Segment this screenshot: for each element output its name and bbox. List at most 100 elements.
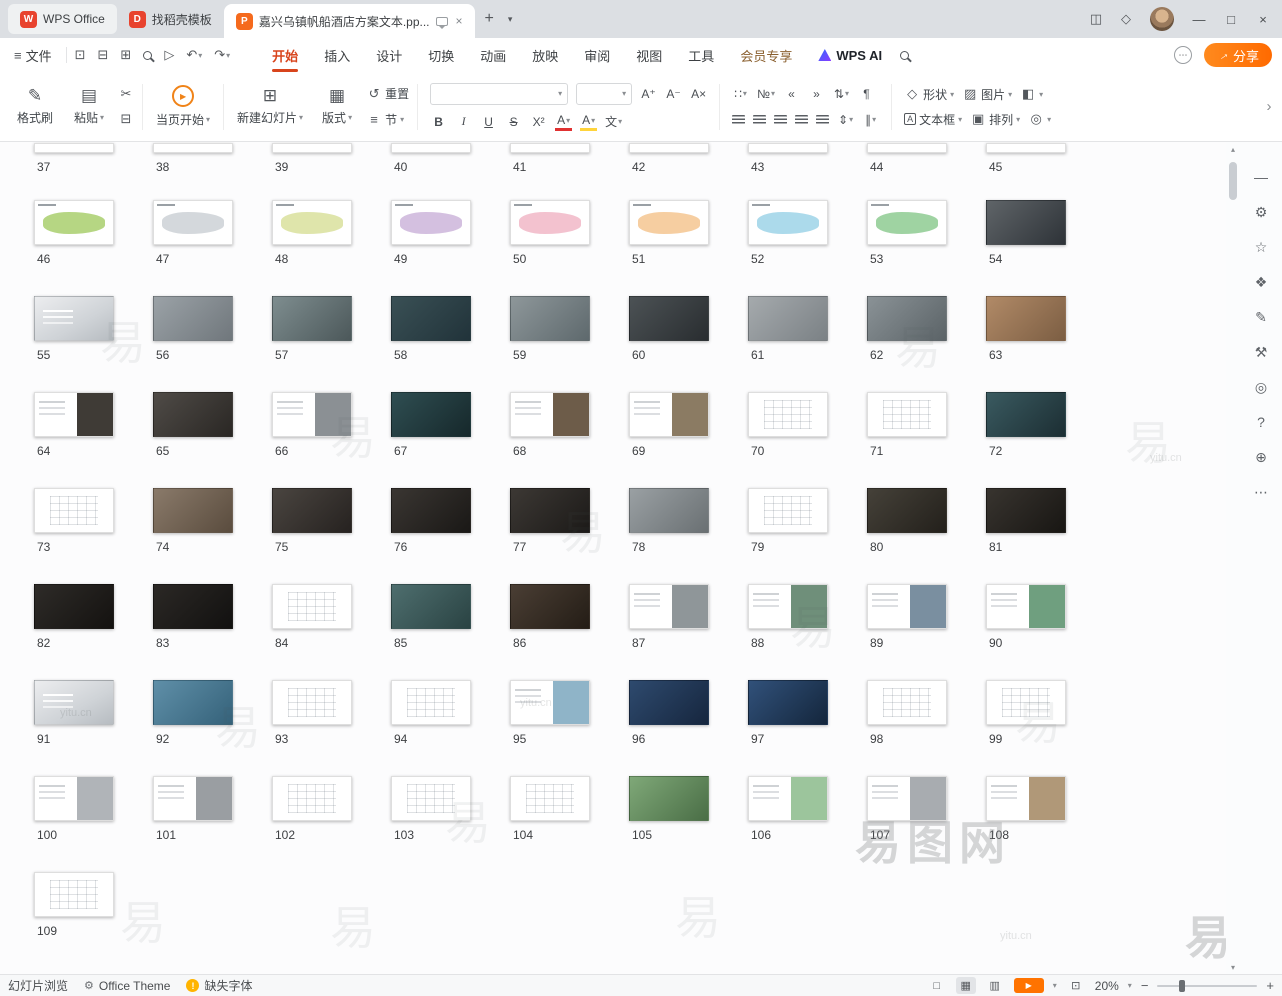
highlight-color-button[interactable]: A▾ [580,113,597,131]
new-tab-button[interactable]: + [475,10,504,28]
slide-thumbnail[interactable] [391,680,471,725]
menu-item-动画[interactable]: 动画 [478,38,508,73]
new-slide-button[interactable]: ⊞ 新建幻灯片▾ [232,79,308,135]
wps-ai-button[interactable]: WPS AI [818,48,882,63]
align-distribute-button[interactable] [816,115,829,124]
text-direction-button[interactable]: ⇅▾ [833,85,850,103]
scroll-up-arrow-icon[interactable]: ▴ [1231,142,1235,156]
slide-thumbnail[interactable] [986,392,1066,437]
comment-bubble-icon[interactable] [436,17,448,26]
slide-thumbnail[interactable] [986,200,1066,245]
slide-thumbnail[interactable] [986,680,1066,725]
slide-thumbnail[interactable] [629,200,709,245]
vertical-scrollbar[interactable]: ▴ ▾ [1226,142,1240,974]
invite-icon[interactable]: ⊕ [1255,450,1267,464]
tab-list-chevron-icon[interactable]: ▾ [504,14,517,25]
zoom-out-button[interactable]: − [1141,978,1149,993]
slide-thumbnail[interactable] [510,296,590,341]
slide-thumbnail[interactable] [153,680,233,725]
slide-thumbnail[interactable] [272,143,352,153]
slide-thumbnail[interactable] [391,488,471,533]
shapes-button[interactable]: ◇形状▾ [904,86,954,103]
undo-icon[interactable]: ↶▾ [186,47,202,63]
slide-thumbnail[interactable] [391,776,471,821]
numbering-button[interactable]: №▾ [757,85,775,103]
play-preview-icon[interactable]: ▷ [164,47,174,63]
textbox-button[interactable]: A文本框▾ [904,111,962,128]
menu-item-放映[interactable]: 放映 [530,38,560,73]
underline-button[interactable]: U [480,113,497,131]
ribbon-expand-chevron[interactable]: › [1260,87,1278,127]
italic-button[interactable]: I [455,113,472,131]
scroll-down-arrow-icon[interactable]: ▾ [1231,960,1235,974]
zoom-slider[interactable] [1157,985,1257,987]
slide-thumbnail[interactable] [391,296,471,341]
text-effects-button[interactable]: 文▾ [605,113,622,131]
scrollbar-thumb[interactable] [1229,162,1237,200]
slide-thumbnail[interactable] [34,200,114,245]
zoom-level[interactable]: 20% [1095,979,1119,993]
slide-thumbnail[interactable] [986,488,1066,533]
slide-thumbnail[interactable] [867,143,947,153]
reading-view-button[interactable]: ▥ [985,977,1005,994]
bullets-button[interactable]: ∷▾ [732,85,749,103]
output-icon[interactable]: ⊟ [98,47,109,63]
slide-thumbnail[interactable] [34,680,114,725]
slide-thumbnail[interactable] [867,776,947,821]
close-button[interactable]: × [1248,0,1278,38]
slide-thumbnail[interactable] [986,143,1066,153]
slide-thumbnail[interactable] [867,296,947,341]
slide-thumbnail[interactable] [153,776,233,821]
slide-thumbnail[interactable] [272,680,352,725]
tab-docer[interactable]: D找稻壳模板 [117,4,224,34]
line-spacing-button[interactable]: ⇕▾ [837,111,854,129]
slideshow-play-button[interactable]: ▶ [1014,978,1044,993]
slide-thumbnail[interactable] [391,143,471,153]
favorites-icon[interactable]: ☆ [1255,240,1268,254]
copy-icon[interactable]: ⊟ [118,111,134,127]
format-painter-button[interactable]: ✎ 格式刷 [10,79,60,135]
slide-thumbnail[interactable] [153,296,233,341]
slide-thumbnail[interactable] [748,488,828,533]
slide-thumbnail[interactable] [867,392,947,437]
superscript-button[interactable]: X² [530,113,547,131]
doc-check-icon[interactable]: ◎ [1255,380,1267,394]
font-color-button[interactable]: A▾ [555,113,572,131]
slide-thumbnail[interactable] [510,392,590,437]
zoom-chevron-icon[interactable]: ▾ [1128,981,1132,990]
slide-thumbnail[interactable] [867,488,947,533]
slide-thumbnail[interactable] [391,392,471,437]
slide-thumbnail[interactable] [272,776,352,821]
slide-thumbnail[interactable] [748,143,828,153]
slide-thumbnail[interactable] [510,200,590,245]
cut-icon[interactable]: ✂ [118,86,134,102]
slide-thumbnail[interactable] [153,143,233,153]
slide-thumbnail[interactable] [272,392,352,437]
slide-thumbnail[interactable] [986,584,1066,629]
font-size-select[interactable]: ▾ [576,83,632,105]
normal-view-button[interactable]: □ [927,977,947,994]
slide-thumbnail[interactable] [867,680,947,725]
tools-icon[interactable]: ⚒ [1255,345,1268,359]
slide-thumbnail[interactable] [510,584,590,629]
find-replace-icon[interactable] [143,51,152,60]
decrease-font-size-button[interactable]: A⁻ [665,85,682,103]
slide-thumbnail[interactable] [748,200,828,245]
theme-button[interactable]: ⚙Office Theme [84,979,170,993]
slide-thumbnail[interactable] [510,488,590,533]
print-icon[interactable]: ⊞ [120,47,131,63]
slide-thumbnail[interactable] [34,143,114,153]
slide-thumbnail[interactable] [748,680,828,725]
play-from-current-button[interactable]: ▶ 当页开始▾ [151,79,215,135]
increase-font-size-button[interactable]: A⁺ [640,85,657,103]
menu-item-开始[interactable]: 开始 [270,38,300,73]
dock-layout-icon[interactable]: ◫ [1082,5,1110,33]
slide-thumbnail[interactable] [986,296,1066,341]
align-justify-button[interactable] [795,115,808,124]
slide-thumbnail[interactable] [629,488,709,533]
slide-thumbnail[interactable] [34,392,114,437]
fill-color-button[interactable]: ◧▾ [1020,86,1043,102]
slide-thumbnail[interactable] [153,392,233,437]
share-button[interactable]: → 分享 [1204,43,1272,67]
zoom-slider-thumb[interactable] [1179,980,1185,992]
